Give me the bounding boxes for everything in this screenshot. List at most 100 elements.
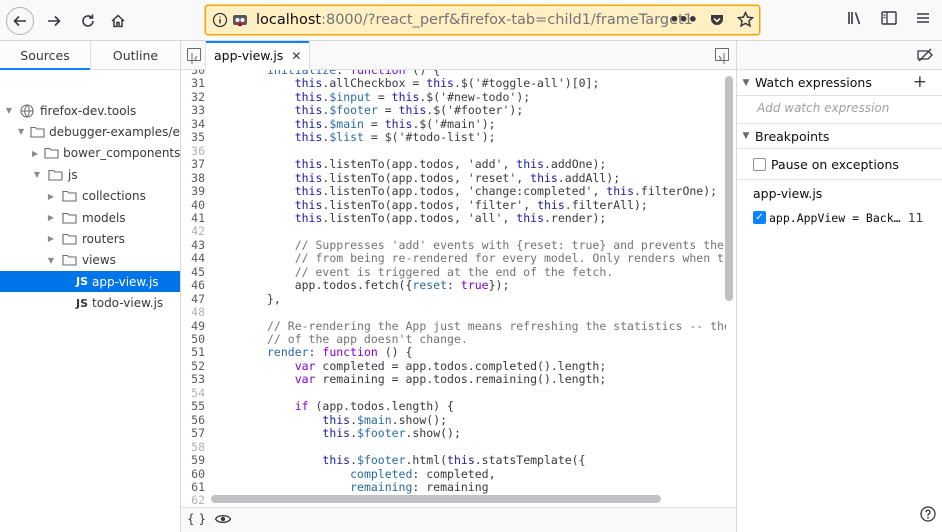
vertical-scrollbar[interactable]: [725, 76, 733, 301]
breakpoints-header[interactable]: ▼ Breakpoints: [737, 123, 942, 149]
expanded-arrow-icon[interactable]: ▼: [32, 170, 42, 179]
bookmark-star-icon[interactable]: [737, 11, 754, 28]
pause-on-exceptions-label: Pause on exceptions: [771, 157, 899, 172]
line-number[interactable]: 35: [181, 131, 205, 145]
forward-icon: [48, 15, 61, 27]
back-button[interactable]: [6, 7, 34, 35]
tree-item[interactable]: ▼ views: [0, 250, 180, 271]
line-number[interactable]: 60: [181, 467, 205, 482]
tree-item[interactable]: JS todo-view.js: [0, 293, 180, 314]
code-line[interactable]: 35 this.$list = $('#todo-list');: [181, 131, 726, 145]
code-text: this.$input = this.$('#new-todo');: [294, 89, 531, 104]
blackbox-eye-icon[interactable]: [214, 511, 232, 530]
line-number[interactable]: 40: [181, 198, 205, 213]
tree-item[interactable]: ▶ collections: [0, 186, 180, 207]
home-button[interactable]: [104, 7, 132, 35]
folder-icon: [48, 168, 64, 181]
code-line[interactable]: 55 if (app.todos.length) {: [181, 400, 726, 414]
line-number[interactable]: 55: [181, 400, 205, 414]
forward-button[interactable]: [40, 7, 68, 35]
add-watch-icon[interactable]: +: [913, 72, 927, 92]
code-editor[interactable]: 30 initialize: function () {31 this.allCh…: [181, 70, 726, 505]
code-line[interactable]: 47},: [181, 291, 726, 307]
tree-item[interactable]: ▼ firefox-dev.tools: [0, 100, 180, 121]
tree-item[interactable]: ▼ debugger-examples/ex: [0, 121, 180, 142]
menu-icon[interactable]: [914, 9, 932, 27]
line-number[interactable]: 39: [181, 185, 205, 199]
code-line[interactable]: 41 this.listenTo(app.todos, 'all', this.…: [181, 211, 726, 226]
code-line[interactable]: 50// of the app doesn't change.: [181, 332, 726, 347]
code-line[interactable]: 46 app.todos.fetch({reset: true});: [181, 278, 726, 293]
toggle-right-pane-button[interactable]: [715, 48, 729, 64]
line-number[interactable]: 31: [181, 77, 205, 91]
folder-icon: [62, 232, 78, 245]
expanded-arrow-icon[interactable]: ▼: [4, 106, 14, 115]
code-text: render: function () {: [267, 345, 413, 360]
line-number[interactable]: 46: [181, 279, 205, 293]
collapsed-arrow-icon[interactable]: ▶: [32, 149, 38, 158]
expanded-arrow-icon[interactable]: ▼: [46, 256, 56, 265]
tree-item[interactable]: ▼ js: [0, 164, 180, 185]
code-line[interactable]: 57 this.$footer.show();: [181, 426, 726, 441]
watch-expression-input[interactable]: Add watch expression: [757, 101, 889, 115]
code-line[interactable]: 53 var remaining = app.todos.remaining()…: [181, 373, 726, 387]
line-number[interactable]: 42: [181, 225, 205, 239]
line-number[interactable]: 57: [181, 427, 205, 441]
reload-button[interactable]: [74, 7, 102, 35]
line-number[interactable]: 44: [181, 252, 205, 266]
code-text: var remaining = app.todos.remaining().le…: [294, 372, 607, 387]
tree-item-label: app-view.js: [92, 274, 159, 289]
breakpoint-checkbox[interactable]: ✓: [753, 211, 766, 224]
line-number[interactable]: 51: [181, 346, 205, 360]
tree-item-label: bower_components: [63, 146, 180, 161]
code-text: },: [267, 291, 281, 306]
help-icon[interactable]: [920, 506, 936, 526]
tree-item[interactable]: JS app-view.js: [0, 271, 180, 293]
tab-sources[interactable]: Sources: [0, 41, 90, 70]
line-number[interactable]: 59: [181, 454, 205, 468]
library-icon[interactable]: [846, 9, 864, 27]
line-number[interactable]: 53: [181, 373, 205, 387]
code-text: this.$footer.html(this.statsTemplate({: [322, 453, 586, 468]
line-number[interactable]: 37: [181, 158, 205, 172]
close-icon[interactable]: ✕: [291, 49, 301, 63]
collapsed-arrow-icon[interactable]: ▶: [46, 234, 56, 243]
collapsed-arrow-icon[interactable]: ▶: [46, 192, 56, 201]
code-line[interactable]: 61 remaining: remaining: [181, 479, 726, 495]
horizontal-scrollbar[interactable]: [211, 495, 661, 503]
breakpoint-code[interactable]: app.AppView = Back…: [769, 211, 901, 225]
js-file-icon: JS: [76, 296, 89, 310]
tree-item[interactable]: ▶ bower_components: [0, 143, 180, 164]
line-number[interactable]: 62: [181, 494, 205, 505]
code-text: // event is triggered at the end of the …: [294, 264, 614, 279]
disable-breakpoints-icon[interactable]: [916, 47, 934, 67]
browser-toolbar: localhost:8000/?react_perf&firefox-tab=c…: [0, 0, 942, 41]
expanded-arrow-icon[interactable]: ▼: [18, 127, 24, 136]
url-identity-box[interactable]: [212, 12, 249, 28]
tree-item-label: views: [82, 253, 116, 268]
pretty-print-button[interactable]: { }: [187, 512, 206, 526]
info-icon: [212, 12, 228, 28]
tab-app-view-js[interactable]: app-view.js ✕: [205, 41, 311, 70]
page-actions-icon[interactable]: •••: [669, 10, 698, 29]
pause-on-exceptions-checkbox[interactable]: [753, 158, 766, 171]
tree-item[interactable]: ▶ models: [0, 207, 180, 228]
sidebar-icon[interactable]: [880, 9, 898, 27]
tab-outline[interactable]: Outline: [90, 41, 180, 69]
line-number[interactable]: 48: [181, 306, 205, 320]
collapsed-arrow-icon[interactable]: ▶: [46, 213, 56, 222]
tree-item-label: routers: [82, 231, 125, 246]
code-text: var completed = app.todos.completed().le…: [294, 358, 607, 373]
code-text: remaining: remaining: [350, 479, 489, 494]
folder-icon: [30, 125, 45, 138]
tree-item[interactable]: ▶ routers: [0, 228, 180, 249]
url-host: localhost: [256, 12, 322, 28]
tree-item-label: js: [68, 167, 78, 182]
code-text: app.todos.fetch({reset: true});: [267, 278, 510, 293]
watch-expressions-header[interactable]: ▼ Watch expressions +: [737, 70, 942, 96]
url-bar[interactable]: localhost:8000/?react_perf&firefox-tab=c…: [205, 5, 760, 35]
pocket-icon[interactable]: [709, 12, 725, 28]
line-number[interactable]: 33: [181, 104, 205, 118]
url-text[interactable]: localhost:8000/?react_perf&firefox-tab=c…: [256, 12, 693, 28]
toggle-sources-pane-button[interactable]: [187, 48, 201, 64]
